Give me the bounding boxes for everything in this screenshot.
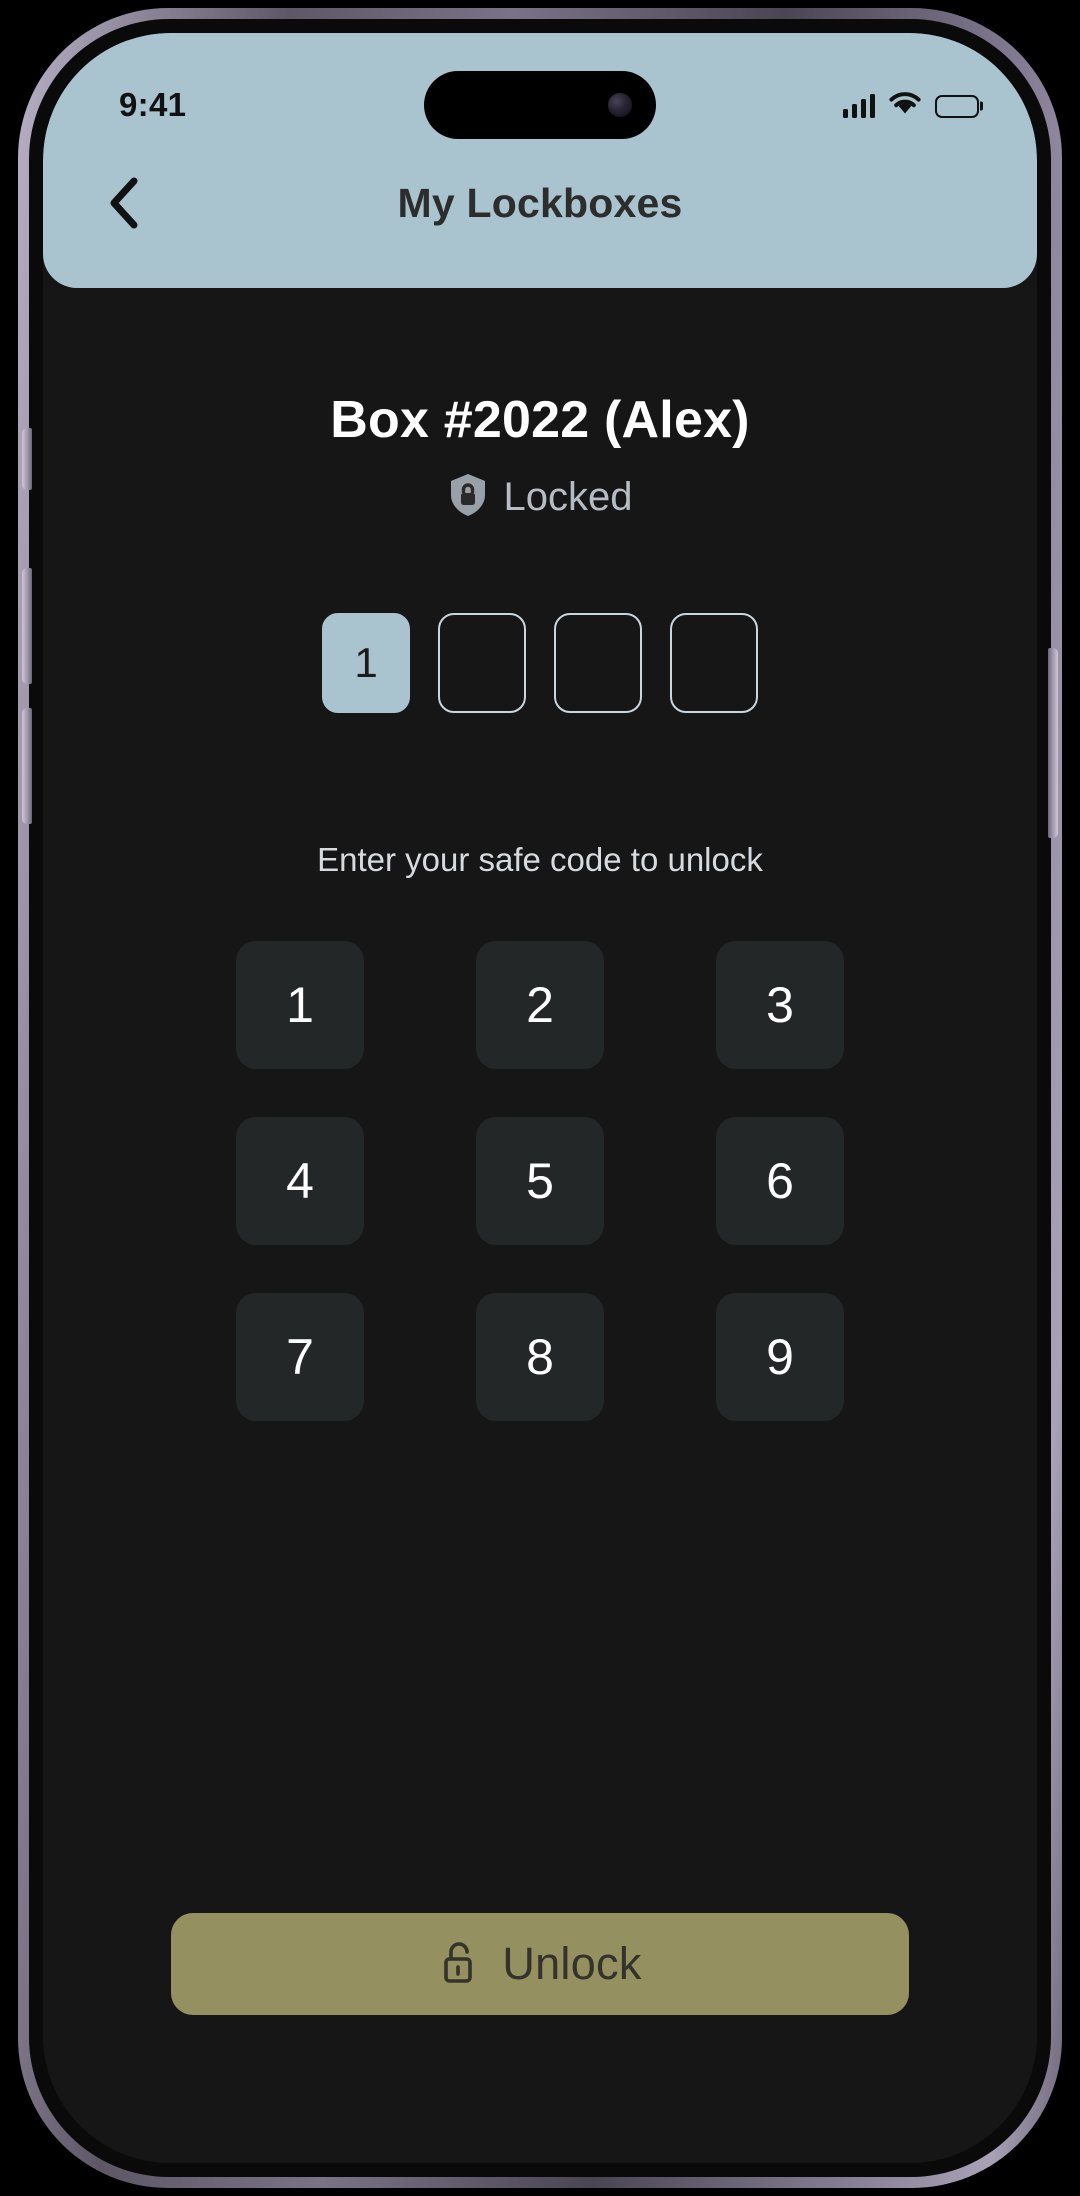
keypad-key-7[interactable]: 7 <box>236 1293 364 1421</box>
keypad-key-8[interactable]: 8 <box>476 1293 604 1421</box>
page-title: My Lockboxes <box>397 179 683 226</box>
navigation-bar: My Lockboxes <box>43 143 1037 263</box>
keypad-key-4[interactable]: 4 <box>236 1117 364 1245</box>
phone-device-frame: 9:41 My Lockboxes Box #2022 (Alex) Locke… <box>18 8 1062 2188</box>
code-entry-display[interactable]: 1 <box>322 613 758 713</box>
silence-switch-button[interactable] <box>22 428 32 490</box>
battery-cap <box>979 101 983 111</box>
volume-up-button[interactable] <box>22 568 32 684</box>
phone-bezel: 9:41 My Lockboxes Box #2022 (Alex) Locke… <box>29 19 1051 2177</box>
numeric-keypad: 1 2 3 4 5 6 7 8 9 <box>236 941 844 1421</box>
phone-screen: 9:41 My Lockboxes Box #2022 (Alex) Locke… <box>43 33 1037 2163</box>
dynamic-island <box>424 71 656 139</box>
chevron-left-icon <box>110 177 138 229</box>
code-cell-4[interactable] <box>670 613 758 713</box>
code-cell-1[interactable]: 1 <box>322 613 410 713</box>
keypad-key-1[interactable]: 1 <box>236 941 364 1069</box>
status-bar-time: 9:41 <box>119 86 187 123</box>
main-content: Box #2022 (Alex) Locked 1 Enter your saf… <box>43 288 1037 2163</box>
lock-status-badge: Locked <box>448 472 633 523</box>
volume-down-button[interactable] <box>22 708 32 824</box>
shield-lock-icon <box>448 472 488 523</box>
unlock-button[interactable]: Unlock <box>171 1913 909 2015</box>
unlock-padlock-icon <box>438 1939 478 1990</box>
keypad-key-2[interactable]: 2 <box>476 941 604 1069</box>
unlock-button-label: Unlock <box>502 1938 642 1989</box>
app-header: 9:41 My Lockboxes <box>43 33 1037 288</box>
code-hint-text: Enter your safe code to unlock <box>317 841 763 878</box>
signal-bars-icon <box>842 94 875 118</box>
back-button[interactable] <box>91 170 157 236</box>
keypad-key-6[interactable]: 6 <box>716 1117 844 1245</box>
front-camera-icon <box>608 93 632 117</box>
keypad-key-3[interactable]: 3 <box>716 941 844 1069</box>
battery-icon <box>935 94 983 118</box>
keypad-key-9[interactable]: 9 <box>716 1293 844 1421</box>
lockbox-title: Box #2022 (Alex) <box>330 391 750 449</box>
code-cell-2[interactable] <box>438 613 526 713</box>
wifi-icon <box>889 91 921 121</box>
lock-status-label: Locked <box>503 475 633 519</box>
power-button[interactable] <box>1048 648 1058 838</box>
keypad-key-5[interactable]: 5 <box>476 1117 604 1245</box>
status-bar-icons <box>842 91 983 121</box>
code-cell-3[interactable] <box>554 613 642 713</box>
status-bar: 9:41 <box>43 33 1037 143</box>
